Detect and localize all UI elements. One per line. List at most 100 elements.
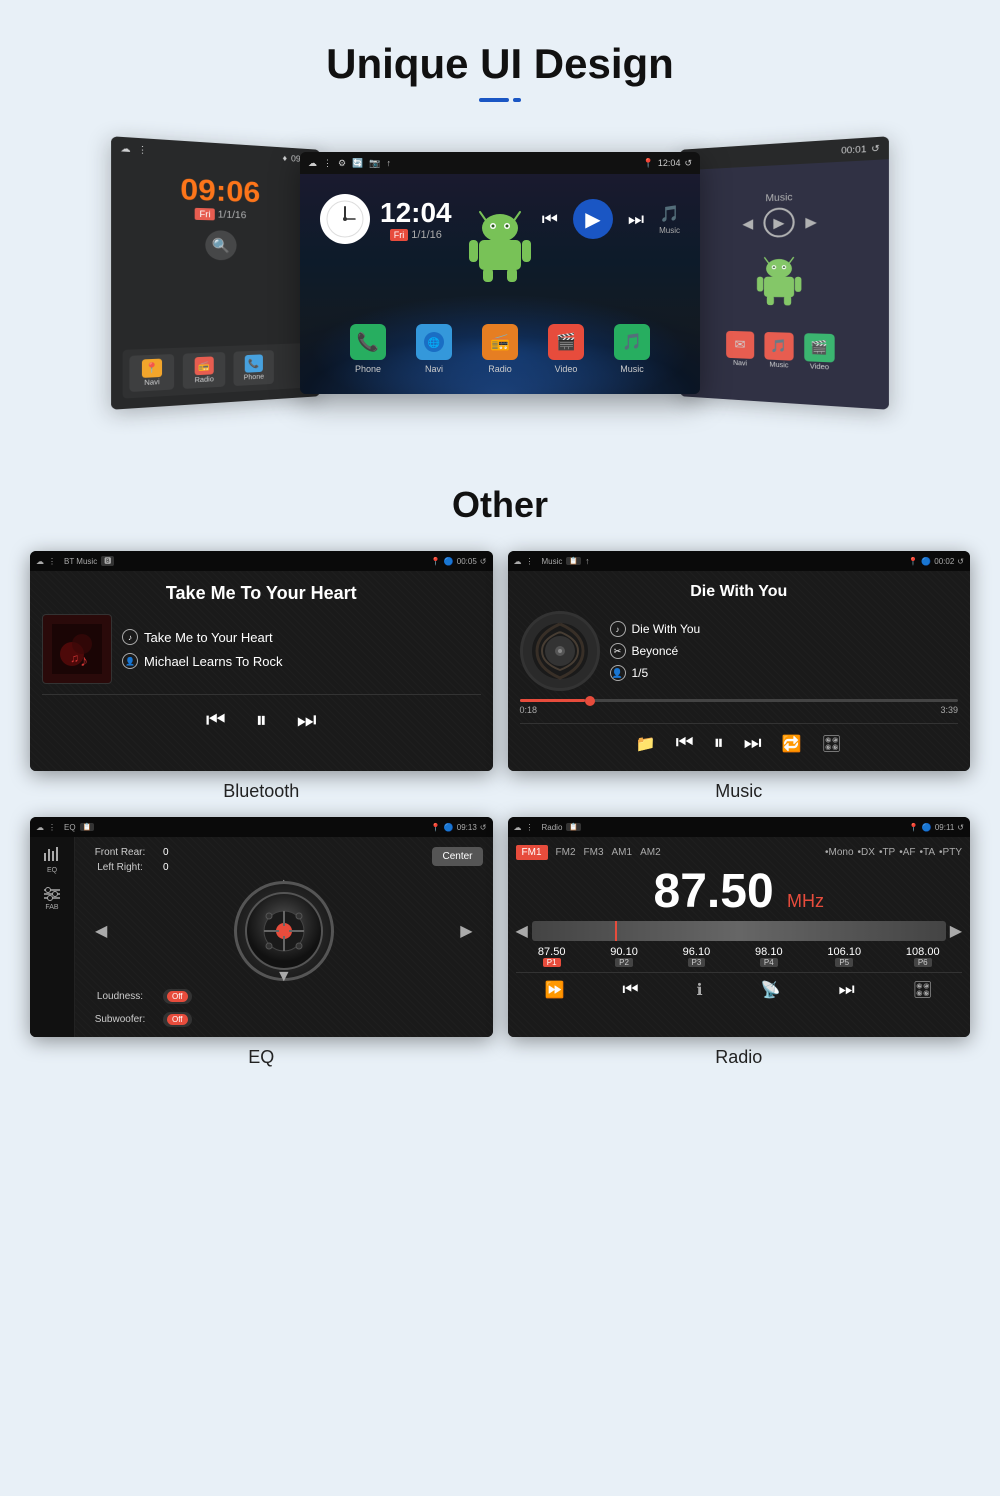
radio-eq-btn[interactable]: 🎛	[913, 980, 933, 1000]
devices-grid: ☁⋮ BT Music 🅱 📍🔵 00:05 ↺ Take Me To Your…	[20, 551, 980, 1068]
eq-left-right-value: 0	[163, 862, 169, 873]
eq-screen: ☁⋮ EQ 📋 📍🔵 09:13 ↺	[30, 817, 493, 1037]
radio-label: Radio	[715, 1047, 762, 1068]
music-body: Die With You	[508, 571, 971, 771]
eq-sidebar-eq[interactable]: EQ	[42, 845, 62, 874]
radio-preset-p3[interactable]: 96.10 P3	[683, 946, 711, 967]
eq-panel: ☁⋮ EQ 📋 📍🔵 09:13 ↺	[30, 817, 493, 1068]
left-app-radio[interactable]: 📻 Radio	[183, 352, 225, 389]
eq-body: EQ FAB	[30, 837, 493, 1037]
music-artist-row: ✂ Beyoncé	[610, 643, 701, 659]
left-clock: 09:06	[123, 170, 311, 211]
android-robot-right	[753, 252, 805, 312]
app-music-center[interactable]: 🎵 Music	[614, 324, 650, 374]
other-title: Other	[20, 484, 980, 526]
svg-text:♪: ♪	[80, 653, 88, 670]
eq-left-right: Left Right: 0	[85, 862, 424, 873]
radio-preset-p2[interactable]: 90.10 P2	[610, 946, 638, 967]
eq-sidebar-fab[interactable]: FAB	[42, 886, 62, 911]
music-progress: 0:18 3:39	[520, 699, 959, 715]
radio-prev-btn[interactable]: ⏮	[622, 979, 638, 1000]
music-next-btn[interactable]: ⏭	[744, 732, 762, 755]
radio-tab-am2[interactable]: AM2	[640, 847, 661, 858]
left-app-navi[interactable]: 📍 Navi	[129, 354, 174, 392]
left-screen: ☁⋮ ♦09:06 09:06 Fri 1/1/16 🔍 📍 Navi	[111, 136, 320, 410]
android-robot-center	[465, 204, 535, 289]
music-label: Music	[715, 781, 762, 802]
eq-left-right-label: Left Right:	[85, 862, 155, 873]
radio-tuner-bar	[532, 921, 946, 941]
bt-body: Take Me To Your Heart ♪ ♫	[30, 571, 493, 771]
radio-tune-right[interactable]: ▶	[950, 921, 962, 941]
eq-front-rear-value: 0	[163, 847, 169, 858]
radio-screen: ☁⋮ Radio 📋 📍🔵 09:11 ↺ FM1 FM2 FM3	[508, 817, 971, 1037]
svg-text:🌐: 🌐	[428, 336, 440, 349]
bt-screen-title: Take Me To Your Heart	[42, 583, 481, 604]
app-navi[interactable]: 🌐 Navi	[416, 324, 452, 374]
app-phone[interactable]: 📞 Phone	[350, 324, 386, 374]
eq-loudness: Loudness: Off	[85, 989, 483, 1004]
radio-tab-fm3[interactable]: FM3	[584, 847, 604, 858]
eq-subwoofer-toggle[interactable]: Off	[163, 1012, 192, 1027]
radio-tab-fm2[interactable]: FM2	[556, 847, 576, 858]
music-eq-btn[interactable]: 🎛	[822, 734, 842, 754]
bt-track-name: ♪ Take Me to Your Heart	[122, 629, 283, 645]
bt-prev-btn[interactable]: ⏮	[206, 707, 226, 733]
knob-down-arrow[interactable]: ▼	[276, 968, 292, 986]
radio-body: FM1 FM2 FM3 AM1 AM2 •Mono•DX•TP•AF•TA•PT…	[508, 837, 971, 1037]
radio-frequency-display: 87.50 MHz	[516, 868, 963, 916]
music-main-row: ♪ Die With You ✂ Beyoncé 👤 1/5	[520, 611, 959, 691]
center-date: Fri 1/1/16	[380, 229, 452, 241]
unique-ui-section: Unique UI Design ☁⋮ ♦09:06 09:06 Fri 1/1…	[0, 0, 1000, 444]
knob-left-arrow[interactable]: ◀	[95, 921, 107, 941]
music-info: ♪ Die With You ✂ Beyoncé 👤 1/5	[610, 621, 701, 681]
radio-preset-p6[interactable]: 108.00 P6	[906, 946, 940, 967]
radio-tab-am1[interactable]: AM1	[612, 847, 633, 858]
eq-subwoofer: Subwoofer: Off	[85, 1012, 483, 1027]
artist-icon: 👤	[122, 653, 138, 669]
radio-next-btn[interactable]: ⏭	[838, 979, 854, 1000]
radio-info-btn[interactable]: ℹ	[697, 980, 703, 1000]
radio-tab-fm1[interactable]: FM1	[516, 845, 548, 860]
eq-label: EQ	[248, 1047, 274, 1068]
radio-ff-btn[interactable]: ⏩	[544, 980, 564, 1000]
music-folder-btn[interactable]: 📁	[636, 734, 656, 754]
eq-sidebar: EQ FAB	[30, 837, 75, 1037]
music-pause-btn[interactable]: ⏸	[714, 732, 724, 755]
radio-preset-p4[interactable]: 98.10 P4	[755, 946, 783, 967]
bt-next-btn[interactable]: ⏭	[297, 707, 317, 733]
bt-artist-name: 👤 Michael Learns To Rock	[122, 653, 283, 669]
bt-topbar: ☁⋮ BT Music 🅱 📍🔵 00:05 ↺	[30, 551, 493, 571]
music-track-icon: ♪	[610, 621, 626, 637]
radio-preset-p5[interactable]: 106.10 P5	[827, 946, 861, 967]
music-artist-icon: ✂	[610, 643, 626, 659]
screens-container: ☁⋮ ♦09:06 09:06 Fri 1/1/16 🔍 📍 Navi	[20, 132, 980, 414]
radio-preset-p1[interactable]: 87.50 P1	[538, 946, 566, 967]
center-app-icons: 📞 Phone 🌐 Navi 📻 Radio 🎬	[350, 324, 650, 374]
bluetooth-label: Bluetooth	[223, 781, 299, 802]
knob-right-arrow[interactable]: ▶	[460, 921, 472, 941]
music-times: 0:18 3:39	[520, 705, 959, 715]
left-screen-body: 09:06 Fri 1/1/16 🔍 📍 Navi 📻 Radio	[111, 159, 320, 410]
eq-center-button[interactable]: Center	[432, 847, 482, 866]
bt-track-row: ♪ ♫ ♪ Take Me to Your Heart 👤	[42, 614, 481, 684]
center-screen-body: 12:04 Fri 1/1/16 ⏮ ▶ ⏭ 🎵	[300, 174, 700, 394]
title-decorator	[20, 98, 980, 102]
unique-ui-title: Unique UI Design	[20, 40, 980, 88]
bt-pause-btn[interactable]: ⏸	[256, 707, 267, 733]
app-video[interactable]: 🎬 Video	[548, 324, 584, 374]
left-app-phone[interactable]: 📞 Phone	[234, 350, 274, 386]
center-time: 12:04	[380, 197, 452, 229]
music-prev-btn[interactable]: ⏮	[676, 732, 694, 755]
music-panel: ☁⋮ Music 📋 ↑ 📍🔵 00:02 ↺ Die With You	[508, 551, 971, 802]
eq-main-area: Front Rear: 0 Left Right: 0 Center	[75, 837, 493, 1037]
music-topbar: ☁⋮ Music 📋 ↑ 📍🔵 00:02 ↺	[508, 551, 971, 571]
radio-tune-left[interactable]: ◀	[516, 921, 528, 941]
eq-loudness-toggle[interactable]: Off	[163, 989, 192, 1004]
eq-topbar: ☁⋮ EQ 📋 📍🔵 09:13 ↺	[30, 817, 493, 837]
music-song-title: Die With You	[520, 583, 959, 601]
music-repeat-btn[interactable]: 🔁	[782, 734, 802, 754]
eq-knob[interactable]	[234, 881, 334, 981]
radio-wifi-btn[interactable]: 📡	[761, 980, 781, 1000]
app-radio-center[interactable]: 📻 Radio	[482, 324, 518, 374]
